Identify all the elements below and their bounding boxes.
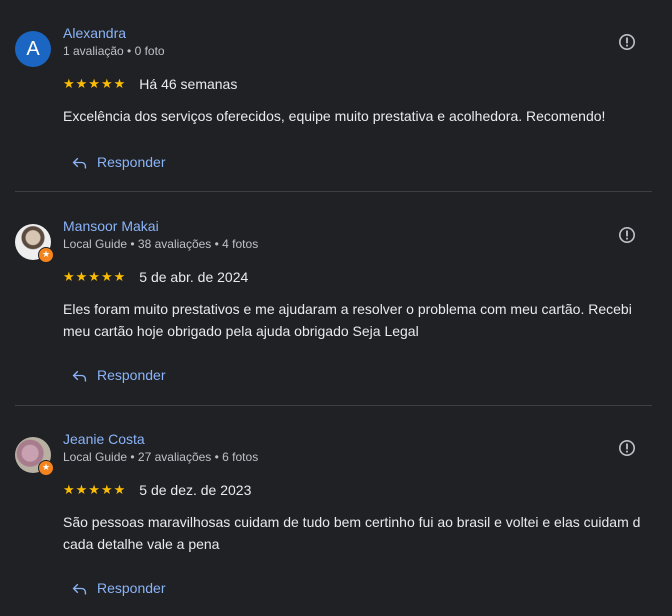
- reply-arrow-icon: [72, 370, 87, 381]
- reply-label: Responder: [97, 367, 166, 383]
- reviewer-meta: Local Guide • 38 avaliações • 4 fotos: [63, 237, 259, 251]
- rating-row: ★★★★★ 5 de abr. de 2024: [63, 268, 248, 286]
- local-guide-badge-icon: ★: [38, 247, 54, 263]
- reply-arrow-icon: [72, 583, 87, 594]
- report-icon[interactable]: [618, 33, 636, 51]
- report-icon[interactable]: [618, 226, 636, 244]
- reviewer-meta: Local Guide • 27 avaliações • 6 fotos: [63, 450, 259, 464]
- review-text: Excelência dos serviços oferecidos, equi…: [63, 108, 606, 124]
- reply-button[interactable]: Responder: [71, 365, 166, 385]
- review-date: Há 46 semanas: [139, 76, 238, 92]
- review-text: São pessoas maravilhosas cuidam de tudo …: [63, 514, 641, 552]
- reviewer-name[interactable]: Mansoor Makai: [63, 217, 159, 235]
- review-date: 5 de abr. de 2024: [139, 269, 249, 285]
- avatar[interactable]: ★: [15, 224, 54, 263]
- rating-row: ★★★★★ 5 de dez. de 2023: [63, 481, 251, 499]
- rating-row: ★★★★★ Há 46 semanas: [63, 75, 237, 93]
- star-rating: ★★★★★: [63, 76, 127, 92]
- review-date: 5 de dez. de 2023: [139, 482, 252, 498]
- reviewer-name[interactable]: Alexandra: [63, 24, 126, 42]
- reviewer-name[interactable]: Jeanie Costa: [63, 430, 145, 448]
- avatar-letter: A: [26, 37, 40, 60]
- avatar[interactable]: A: [15, 31, 51, 67]
- reviews-list: A Alexandra 1 avaliação • 0 foto ★★★★★ H…: [0, 0, 672, 616]
- report-icon[interactable]: [618, 439, 636, 457]
- local-guide-badge-icon: ★: [38, 460, 54, 476]
- divider: [15, 405, 652, 406]
- review-text: Eles foram muito prestativos e me ajudar…: [63, 301, 632, 339]
- reply-arrow-icon: [72, 157, 87, 168]
- reply-button[interactable]: Responder: [71, 578, 166, 598]
- reply-button[interactable]: Responder: [71, 152, 166, 172]
- star-rating: ★★★★★: [63, 482, 127, 498]
- reply-label: Responder: [97, 580, 166, 596]
- reviewer-meta: 1 avaliação • 0 foto: [63, 44, 165, 58]
- star-rating: ★★★★★: [63, 269, 127, 285]
- avatar[interactable]: ★: [15, 437, 54, 476]
- divider: [15, 191, 652, 192]
- reply-label: Responder: [97, 154, 166, 170]
